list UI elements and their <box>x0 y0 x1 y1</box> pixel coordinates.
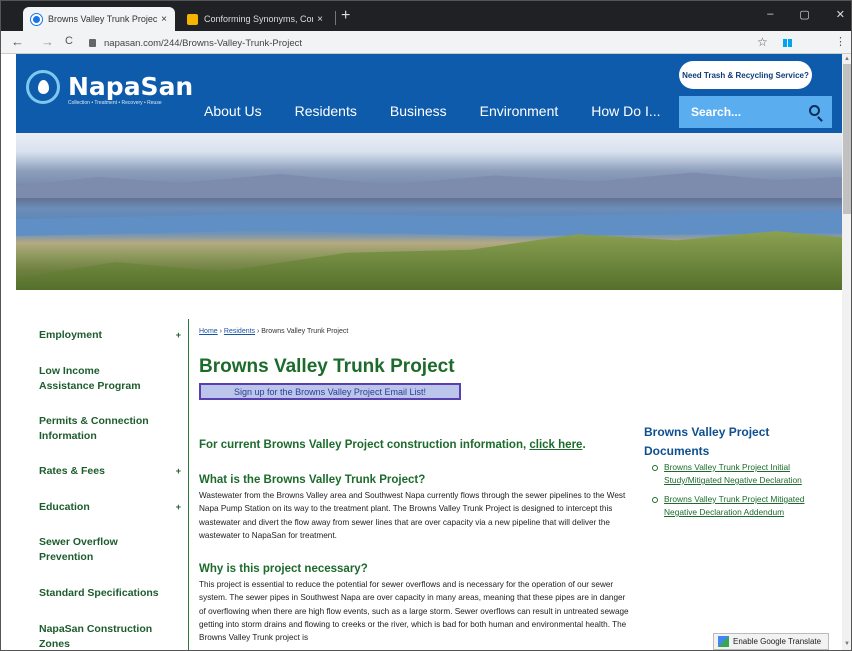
reload-icon[interactable]: C <box>65 35 73 47</box>
nav-environment[interactable]: Environment <box>480 103 559 119</box>
sidebar-item-label: Education <box>39 501 90 513</box>
water-drop-logo-icon <box>26 70 60 104</box>
lake <box>16 210 842 236</box>
expand-icon[interactable]: + <box>176 328 181 343</box>
google-translate-icon <box>718 636 729 647</box>
close-window-icon[interactable]: ✕ <box>836 8 845 21</box>
main-nav: About Us Residents Business Environment … <box>204 103 694 119</box>
scroll-up-icon[interactable]: ▲ <box>844 56 850 62</box>
napasan-logo[interactable]: NapaSan Collection • Treatment • Recover… <box>26 70 194 106</box>
thesaurus-favicon-icon <box>187 13 198 25</box>
sidebar-item-employment[interactable]: Employment + <box>39 328 181 343</box>
close-tab-icon[interactable]: × <box>161 14 167 25</box>
search-placeholder: Search... <box>691 105 742 119</box>
tab-divider <box>335 11 336 25</box>
bookmark-star-icon[interactable]: ☆ <box>757 35 768 49</box>
sidebar-divider <box>188 319 189 650</box>
breadcrumb-current: Browns Valley Trunk Project <box>261 328 349 335</box>
document-link[interactable]: Browns Valley Trunk Project Initial Stud… <box>664 462 802 485</box>
breadcrumb-residents[interactable]: Residents <box>224 328 255 335</box>
what-heading: What is the Browns Valley Trunk Project? <box>199 474 426 486</box>
why-paragraph: This project is essential to reduce the … <box>199 580 629 643</box>
windows-extension-icon[interactable] <box>783 39 792 47</box>
page-title: Browns Valley Trunk Project <box>199 356 455 377</box>
tab-conforming-synonyms[interactable]: Conforming Synonyms, Conform × <box>179 7 331 31</box>
browser-menu-icon[interactable]: ⋮ <box>835 35 846 48</box>
scroll-down-icon[interactable]: ▼ <box>844 641 850 647</box>
search-input[interactable]: Search... <box>679 96 832 128</box>
expand-icon[interactable]: + <box>176 464 181 479</box>
maximize-icon[interactable]: ▢ <box>799 8 809 21</box>
documents-heading: Browns Valley Project Documents <box>644 425 770 458</box>
url-bar[interactable]: napasan.com/244/Browns-Valley-Trunk-Proj… <box>89 35 809 51</box>
sidebar-item-standard-specs[interactable]: Standard Specifications <box>39 586 181 601</box>
expand-icon[interactable]: + <box>176 500 181 515</box>
minimize-icon[interactable]: – <box>767 8 773 21</box>
sidebar-item-permits[interactable]: Permits & Connection Information <box>39 414 154 444</box>
back-icon[interactable]: ← <box>11 34 24 49</box>
nav-residents[interactable]: Residents <box>295 103 357 119</box>
sidebar-item-label: Permits & Connection Information <box>39 415 149 442</box>
tab-browns-valley[interactable]: Browns Valley Trunk Project | Na × <box>23 7 175 31</box>
sidebar-item-rates-fees[interactable]: Rates & Fees + <box>39 464 181 479</box>
nav-about-us[interactable]: About Us <box>204 103 262 119</box>
document-link[interactable]: Browns Valley Trunk Project Mitigated Ne… <box>664 494 804 517</box>
sidebar-item-label: NapaSan Construction Zones <box>39 623 153 650</box>
lock-icon <box>89 39 96 47</box>
sidebar-item-label: Sewer Overflow Prevention <box>39 536 118 563</box>
what-paragraph: Wastewater from the Browns Valley area a… <box>199 491 626 540</box>
sidebar-item-sewer-overflow[interactable]: Sewer Overflow Prevention <box>39 535 139 565</box>
nav-business[interactable]: Business <box>390 103 447 119</box>
close-tab-icon[interactable]: × <box>317 14 323 25</box>
sidebar-item-label: Rates & Fees <box>39 465 105 477</box>
tab-title: Browns Valley Trunk Project | Na <box>48 14 158 24</box>
sidebar-nav: Employment + Low Income Assistance Progr… <box>39 328 181 650</box>
google-translate-button[interactable]: Enable Google Translate <box>713 633 829 650</box>
address-toolbar: ← → C napasan.com/244/Browns-Valley-Trun… <box>1 31 851 54</box>
scrollbar-thumb[interactable] <box>843 64 851 214</box>
breadcrumb-home[interactable]: Home <box>199 328 218 335</box>
breadcrumb: Home › Residents › Browns Valley Trunk P… <box>199 328 348 335</box>
tab-title: Conforming Synonyms, Conform <box>204 14 313 24</box>
sidebar-item-label: Standard Specifications <box>39 587 159 599</box>
site-favicon-icon <box>31 13 42 25</box>
logo-tagline: Collection • Treatment • Recovery • Reus… <box>68 100 162 106</box>
sidebar-item-label: Employment <box>39 329 103 341</box>
green-hills <box>16 231 842 290</box>
sidebar-item-low-income[interactable]: Low Income Assistance Program <box>39 364 154 394</box>
construction-info: For current Browns Valley Project constr… <box>199 439 586 451</box>
site-header: NapaSan Collection • Treatment • Recover… <box>16 54 842 133</box>
forward-icon[interactable]: → <box>41 34 54 49</box>
document-item: Browns Valley Trunk Project Initial Stud… <box>650 461 820 487</box>
search-icon[interactable] <box>809 105 820 116</box>
construction-info-end: . <box>582 439 586 451</box>
document-item: Browns Valley Trunk Project Mitigated Ne… <box>650 493 820 519</box>
nav-how-do-i[interactable]: How Do I... <box>591 103 660 119</box>
why-heading: Why is this project necessary? <box>199 563 368 575</box>
sidebar-item-construction-zones[interactable]: NapaSan Construction Zones <box>39 622 154 650</box>
new-tab-button[interactable]: + <box>341 7 350 25</box>
logo-name: NapaSan <box>68 72 194 101</box>
click-here-link[interactable]: click here <box>529 439 582 451</box>
tab-bar: Browns Valley Trunk Project | Na × Confo… <box>1 1 851 31</box>
hero-landscape-image <box>16 133 842 290</box>
url-text: napasan.com/244/Browns-Valley-Trunk-Proj… <box>104 37 303 49</box>
sidebar-item-education[interactable]: Education + <box>39 500 181 515</box>
sidebar-item-label: Low Income Assistance Program <box>39 365 141 392</box>
translate-label: Enable Google Translate <box>733 637 822 646</box>
browser-window: Browns Valley Trunk Project | Na × Confo… <box>0 0 852 651</box>
documents-list: Browns Valley Trunk Project Initial Stud… <box>650 461 820 525</box>
window-controls: – ▢ ✕ <box>767 8 845 21</box>
need-trash-service-button[interactable]: Need Trash & Recycling Service? <box>679 61 812 89</box>
construction-info-text: For current Browns Valley Project constr… <box>199 439 530 451</box>
mountain-ridge <box>16 172 842 198</box>
email-signup-button[interactable]: Sign up for the Browns Valley Project Em… <box>199 383 461 400</box>
